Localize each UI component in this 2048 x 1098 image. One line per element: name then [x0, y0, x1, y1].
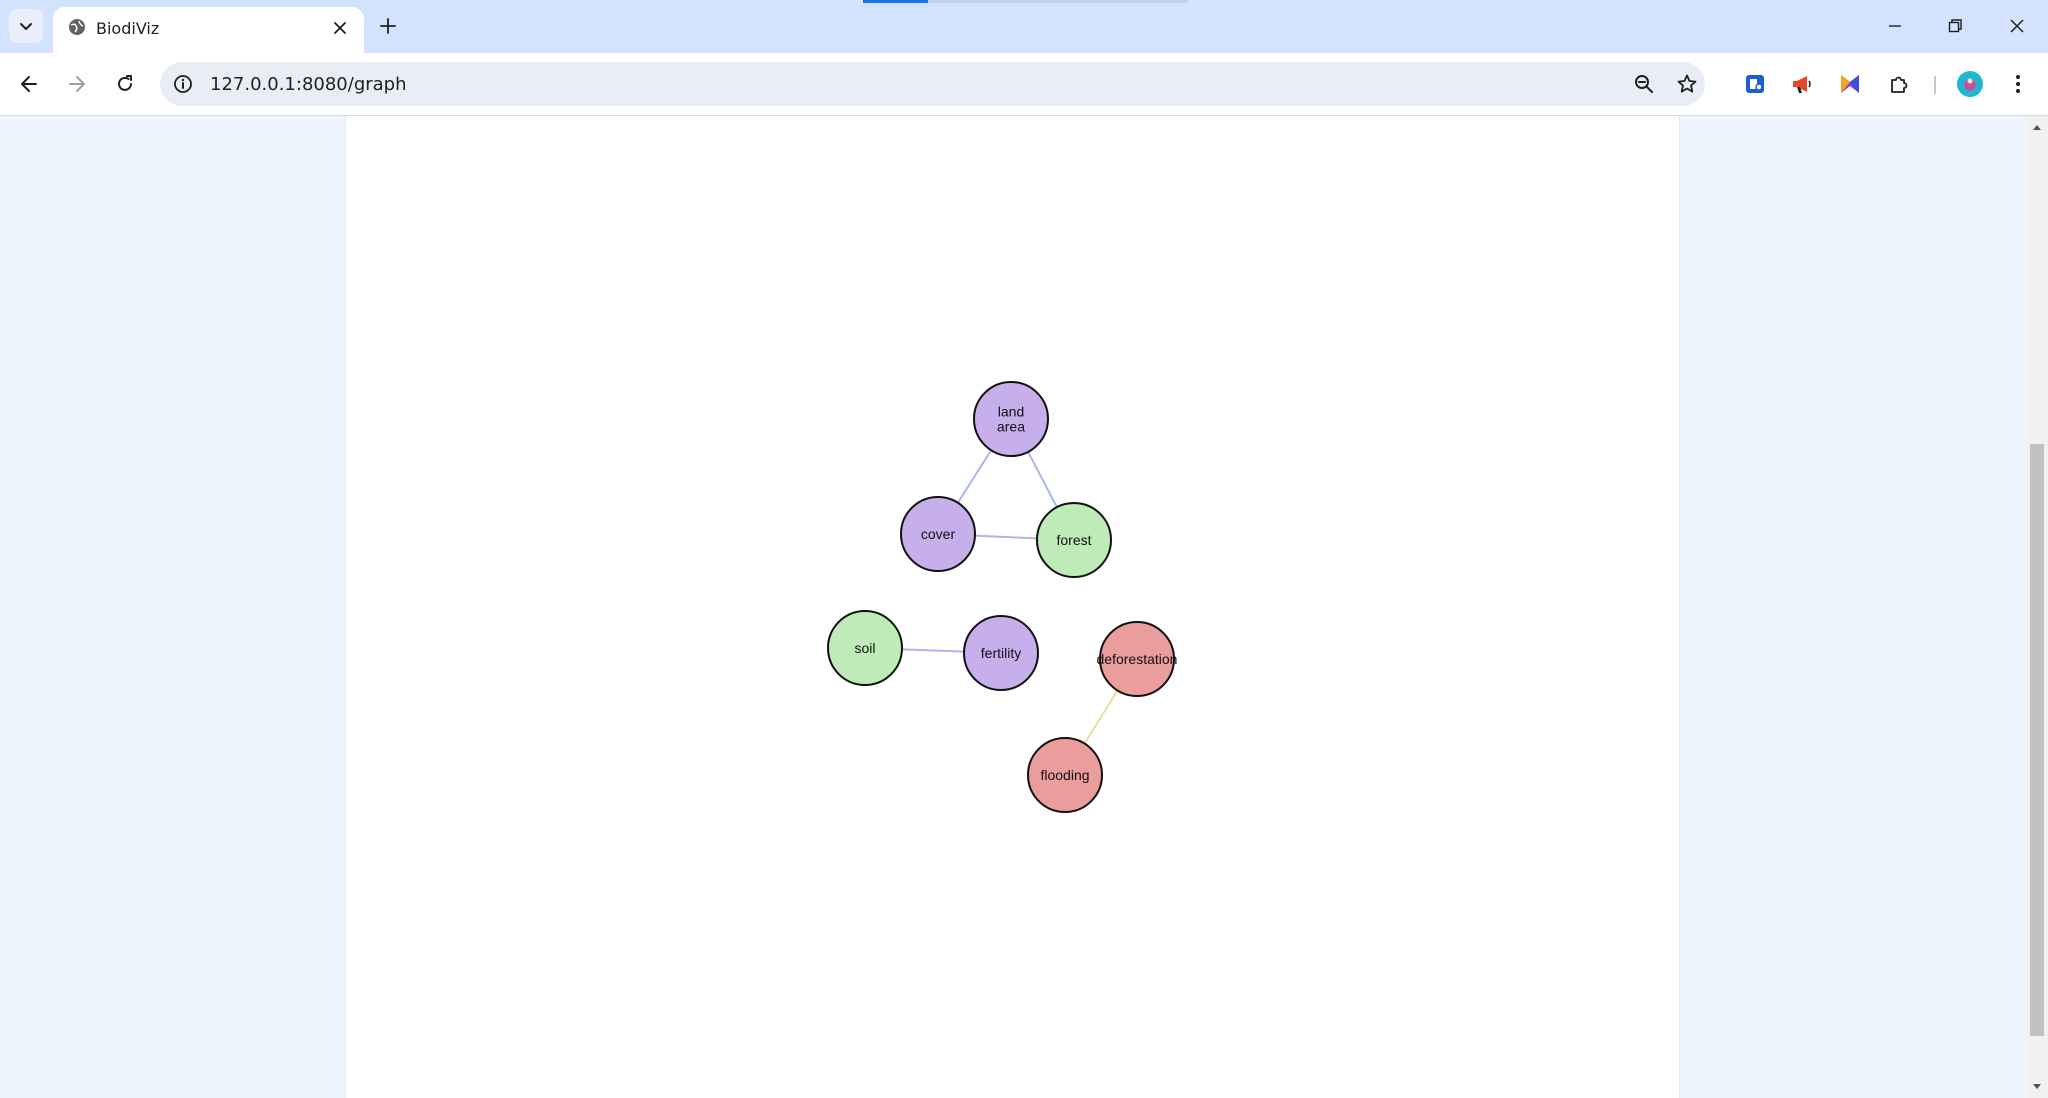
graph-node-label: forest	[1056, 532, 1091, 548]
graph-node-land_area[interactable]: landarea	[973, 381, 1049, 457]
tab-loading-indicator	[863, 0, 928, 3]
graph-node-deforestation[interactable]: deforestation	[1097, 621, 1178, 697]
plus-icon	[380, 18, 396, 34]
globe-icon	[69, 19, 85, 35]
extension-button-1[interactable]	[1737, 66, 1773, 102]
graph-node-fertility[interactable]: fertility	[963, 615, 1039, 691]
chevron-down-icon	[20, 23, 32, 30]
arrow-left-icon	[21, 76, 37, 92]
graph-node-label: land	[998, 404, 1024, 420]
zoom-button[interactable]	[1630, 70, 1658, 98]
graph-node-forest[interactable]: forest	[1036, 502, 1112, 578]
close-icon	[334, 22, 346, 34]
bookmark-button[interactable]	[1673, 70, 1701, 98]
scroll-down-button[interactable]	[2026, 1078, 2048, 1096]
star-icon	[1677, 74, 1697, 93]
graph-node-soil[interactable]: soil	[827, 610, 903, 686]
browser-tab-strip: BiodiViz	[0, 0, 2048, 53]
graph-node-label: cover	[921, 526, 956, 542]
minimize-button[interactable]	[1870, 6, 1920, 46]
page-viewport: land area cover forest soil fertility deforest…	[0, 116, 2026, 1098]
scroll-up-button[interactable]	[2026, 118, 2048, 136]
tab-close-button[interactable]	[328, 16, 352, 40]
scrollbar-thumb[interactable]	[2030, 444, 2044, 1036]
graph-panel: land area cover forest soil fertility deforest…	[345, 116, 1680, 1098]
page-scrollbar[interactable]	[2026, 116, 2048, 1098]
puzzle-icon	[1891, 76, 1908, 93]
tab-title: BiodiViz	[96, 19, 160, 38]
graph-edges	[864, 418, 1138, 776]
graph-node-label: fertility	[981, 645, 1021, 661]
close-window-button[interactable]	[1992, 6, 2042, 46]
browser-tab-active[interactable]: BiodiViz	[53, 7, 364, 53]
restore-icon	[1948, 19, 1962, 33]
graph-node-label: area	[997, 419, 1025, 435]
tab-strip-highlight	[928, 0, 1188, 3]
graph-node-flooding[interactable]: flooding	[1027, 737, 1103, 813]
tab-search-button[interactable]	[9, 9, 43, 43]
megaphone-icon	[1793, 76, 1811, 93]
extensions-menu-button[interactable]	[1882, 66, 1918, 102]
toolbar-separator	[1934, 76, 1936, 94]
triangle-down-icon	[2033, 1084, 2041, 1089]
knowledge-graph[interactable]: landarea cover forest soil fertility deforest…	[346, 116, 1679, 1098]
triangle-up-icon	[2033, 125, 2041, 130]
kebab-menu-icon	[2016, 75, 2020, 93]
close-icon	[2010, 19, 2024, 33]
graph-node-label: deforestation	[1097, 651, 1178, 667]
graph-node-label: soil	[854, 640, 875, 656]
profile-button[interactable]	[1952, 66, 1988, 102]
restore-button[interactable]	[1930, 6, 1980, 46]
zoom-out-icon	[1635, 75, 1653, 93]
bowtie-logo-icon	[1841, 75, 1859, 93]
reload-icon	[118, 75, 132, 91]
graph-node-label: flooding	[1040, 767, 1089, 783]
minimize-icon	[1889, 25, 1901, 27]
extension-button-2[interactable]	[1784, 66, 1820, 102]
forward-button[interactable]	[59, 66, 95, 102]
browser-toolbar: 127.0.0.1:8080/graph	[0, 53, 2048, 116]
back-button[interactable]	[11, 66, 47, 102]
graph-nodes: landarea cover forest soil fertility deforest…	[827, 381, 1178, 813]
url-text[interactable]: 127.0.0.1:8080/graph	[210, 74, 407, 95]
reload-button[interactable]	[107, 66, 143, 102]
avatar	[1957, 71, 1983, 97]
extension-shield-icon	[1746, 75, 1764, 93]
graph-node-cover[interactable]: cover	[900, 496, 976, 572]
new-tab-button[interactable]	[374, 12, 402, 40]
browser-menu-button[interactable]	[2000, 66, 2036, 102]
extension-button-3[interactable]	[1832, 66, 1868, 102]
site-info-icon[interactable]	[172, 73, 194, 95]
address-bar[interactable]: 127.0.0.1:8080/graph	[160, 62, 1705, 106]
arrow-right-icon	[69, 76, 85, 92]
